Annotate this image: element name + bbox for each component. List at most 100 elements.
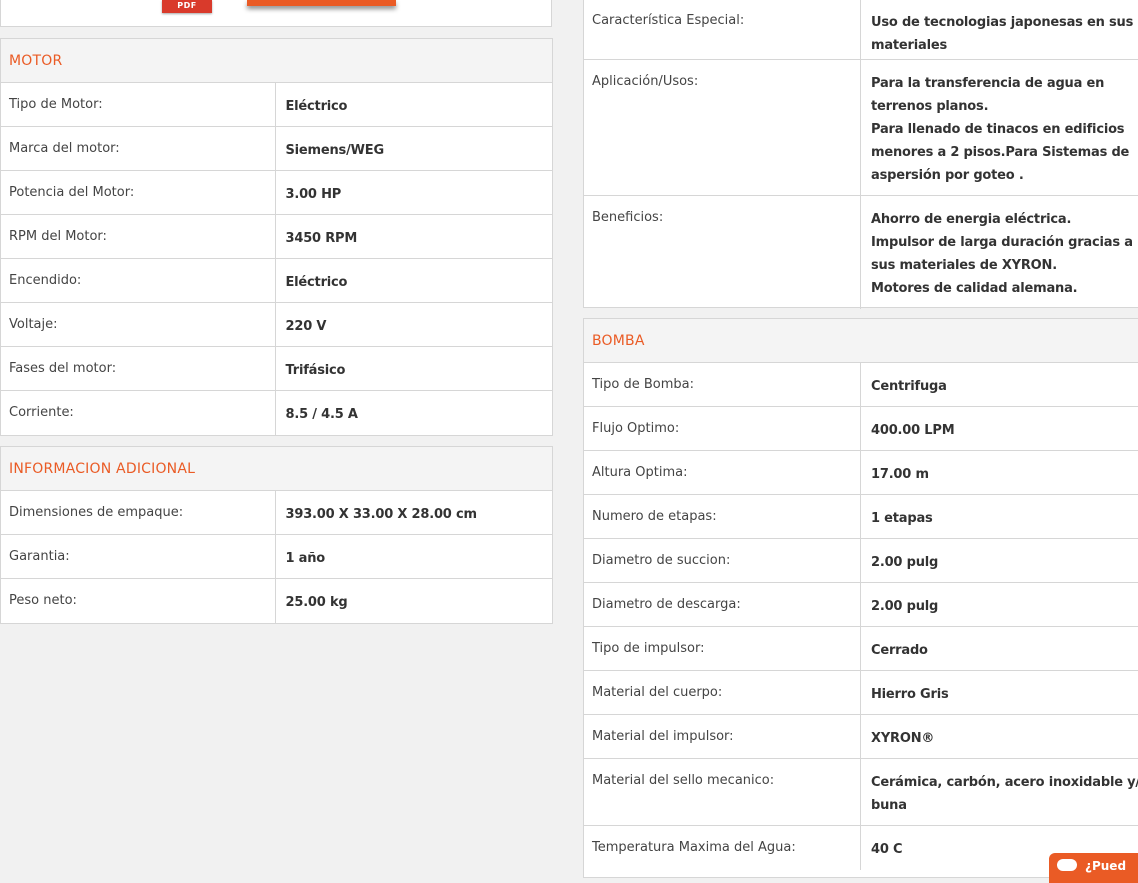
row-label: Voltaje: xyxy=(1,303,276,346)
motor-panel-title: MOTOR xyxy=(1,39,552,83)
row-value: Eléctrico xyxy=(285,275,348,290)
table-row: Potencia del Motor: 3.00 HP xyxy=(1,171,552,215)
table-row: Característica Especial: Uso de tecnologi… xyxy=(584,0,1138,60)
general-panel: Característica Especial: Uso de tecnologi… xyxy=(583,0,1138,309)
row-value: 2.00 pulg xyxy=(861,539,1138,582)
value-line: Motores de calidad alemana. xyxy=(871,281,1078,296)
row-label: Numero de etapas: xyxy=(584,495,861,538)
info-panel-title: INFORMACION ADICIONAL xyxy=(1,447,552,491)
row-label: Flujo Optimo: xyxy=(584,407,861,450)
table-row: Marca del motor: Siemens/WEG xyxy=(1,127,552,171)
row-label: Tipo de Motor: xyxy=(1,83,276,126)
row-label: Material del sello mecanico: xyxy=(584,759,861,825)
value-line: Centrifuga xyxy=(871,379,947,394)
value-line: 1 etapas xyxy=(871,511,933,526)
table-row: Encendido: Eléctrico xyxy=(1,259,552,303)
table-row: Garantia: 1 año xyxy=(1,535,552,579)
row-value: Eléctrico xyxy=(285,99,348,114)
value-line: Cerámica, carbón, acero inoxidable y/o xyxy=(871,775,1138,790)
table-row: Beneficios: Ahorro de energia eléctrica. I… xyxy=(584,196,1138,309)
table-row: Peso neto: 25.00 kg xyxy=(1,579,552,623)
general-table: Característica Especial: Uso de tecnologi… xyxy=(584,0,1138,309)
row-value: Ahorro de energia eléctrica. Impulsor de … xyxy=(861,196,1138,309)
bomba-panel: BOMBA Tipo de Bomba: Centrifuga Flujo Opti… xyxy=(583,318,1138,878)
row-label: Altura Optima: xyxy=(584,451,861,494)
table-row: Fases del motor: Trifásico xyxy=(1,347,552,391)
chat-label: ¿Pued xyxy=(1085,859,1127,873)
top-strip: PDF xyxy=(0,0,552,27)
table-row: Corriente: 8.5 / 4.5 A xyxy=(1,391,552,435)
table-row: Altura Optima: 17.00 m xyxy=(584,451,1138,495)
row-value: 1 año xyxy=(285,551,326,566)
row-label: Garantia: xyxy=(1,535,276,578)
row-label: RPM del Motor: xyxy=(1,215,276,258)
chat-bubble-icon xyxy=(1057,859,1077,871)
value-line: Cerrado xyxy=(871,643,928,658)
info-panel: INFORMACION ADICIONAL Dimensiones de emp… xyxy=(0,446,553,624)
chat-button[interactable]: ¿Pued xyxy=(1049,853,1138,883)
pdf-icon[interactable]: PDF xyxy=(162,0,212,13)
row-value: Centrifuga xyxy=(861,363,1138,406)
value-line: 400.00 LPM xyxy=(871,423,955,438)
value-line: Hierro Gris xyxy=(871,687,949,702)
table-row: Diametro de succion: 2.00 pulg xyxy=(584,539,1138,583)
row-label: Potencia del Motor: xyxy=(1,171,276,214)
table-row: Tipo de Motor: Eléctrico xyxy=(1,83,552,127)
table-row: Numero de etapas: 1 etapas xyxy=(584,495,1138,539)
value-line: buna xyxy=(871,798,907,813)
row-label: Característica Especial: xyxy=(584,0,861,59)
row-value: Trifásico xyxy=(285,363,346,378)
table-row: Voltaje: 220 V xyxy=(1,303,552,347)
orange-action-button[interactable] xyxy=(247,0,396,6)
value-line: menores a 2 pisos.Para Sistemas de xyxy=(871,145,1130,160)
table-row: Dimensiones de empaque: 393.00 X 33.00 X … xyxy=(1,491,552,535)
value-line: 2.00 pulg xyxy=(871,555,939,570)
row-value: Para la transferencia de agua en terrenos… xyxy=(861,60,1138,195)
row-label: Fases del motor: xyxy=(1,347,276,390)
row-label: Marca del motor: xyxy=(1,127,276,170)
value-line: 2.00 pulg xyxy=(871,599,939,614)
row-value: 17.00 m xyxy=(861,451,1138,494)
row-value: 3450 RPM xyxy=(285,231,358,246)
row-label: Material del cuerpo: xyxy=(584,671,861,714)
row-label: Aplicación/Usos: xyxy=(584,60,861,195)
row-value: 393.00 X 33.00 X 28.00 cm xyxy=(285,507,478,522)
value-line: Ahorro de energia eléctrica. xyxy=(871,212,1072,227)
table-row: RPM del Motor: 3450 RPM xyxy=(1,215,552,259)
row-value: 400.00 LPM xyxy=(861,407,1138,450)
row-value: 25.00 kg xyxy=(285,595,348,610)
value-line: materiales xyxy=(871,38,948,53)
row-value: 220 V xyxy=(285,319,327,334)
bomba-panel-title: BOMBA xyxy=(584,319,1138,363)
info-table: Dimensiones de empaque: 393.00 X 33.00 X … xyxy=(1,491,552,623)
row-value: 1 etapas xyxy=(861,495,1138,538)
row-value: 8.5 / 4.5 A xyxy=(285,407,358,422)
row-value: Hierro Gris xyxy=(861,671,1138,714)
row-label: Material del impulsor: xyxy=(584,715,861,758)
row-value: Siemens/WEG xyxy=(285,143,385,158)
row-value: XYRON® xyxy=(861,715,1138,758)
table-row: Material del cuerpo: Hierro Gris xyxy=(584,671,1138,715)
row-value: Uso de tecnologias japonesas en sus mater… xyxy=(861,0,1138,59)
value-line: Uso de tecnologias japonesas en sus xyxy=(871,15,1134,30)
row-label: Diametro de succion: xyxy=(584,539,861,582)
row-value: Cerrado xyxy=(861,627,1138,670)
table-row: Tipo de Bomba: Centrifuga xyxy=(584,363,1138,407)
table-row: Diametro de descarga: 2.00 pulg xyxy=(584,583,1138,627)
value-line: XYRON® xyxy=(871,731,935,746)
table-row: Material del impulsor: XYRON® xyxy=(584,715,1138,759)
row-label: Tipo de Bomba: xyxy=(584,363,861,406)
row-label: Peso neto: xyxy=(1,579,276,623)
row-label: Beneficios: xyxy=(584,196,861,309)
row-value: 3.00 HP xyxy=(285,187,342,202)
row-label: Tipo de impulsor: xyxy=(584,627,861,670)
row-value: 2.00 pulg xyxy=(861,583,1138,626)
value-line: terrenos planos. xyxy=(871,99,989,114)
bomba-table: Tipo de Bomba: Centrifuga Flujo Optimo: 400… xyxy=(584,363,1138,870)
row-value: Cerámica, carbón, acero inoxidable y/o bu… xyxy=(861,759,1138,825)
value-line: sus materiales de XYRON. xyxy=(871,258,1057,273)
row-label: Encendido: xyxy=(1,259,276,302)
value-line: aspersión por goteo . xyxy=(871,168,1024,183)
row-label: Temperatura Maxima del Agua: xyxy=(584,826,861,870)
table-row: Material del sello mecanico: Cerámica, ca… xyxy=(584,759,1138,826)
